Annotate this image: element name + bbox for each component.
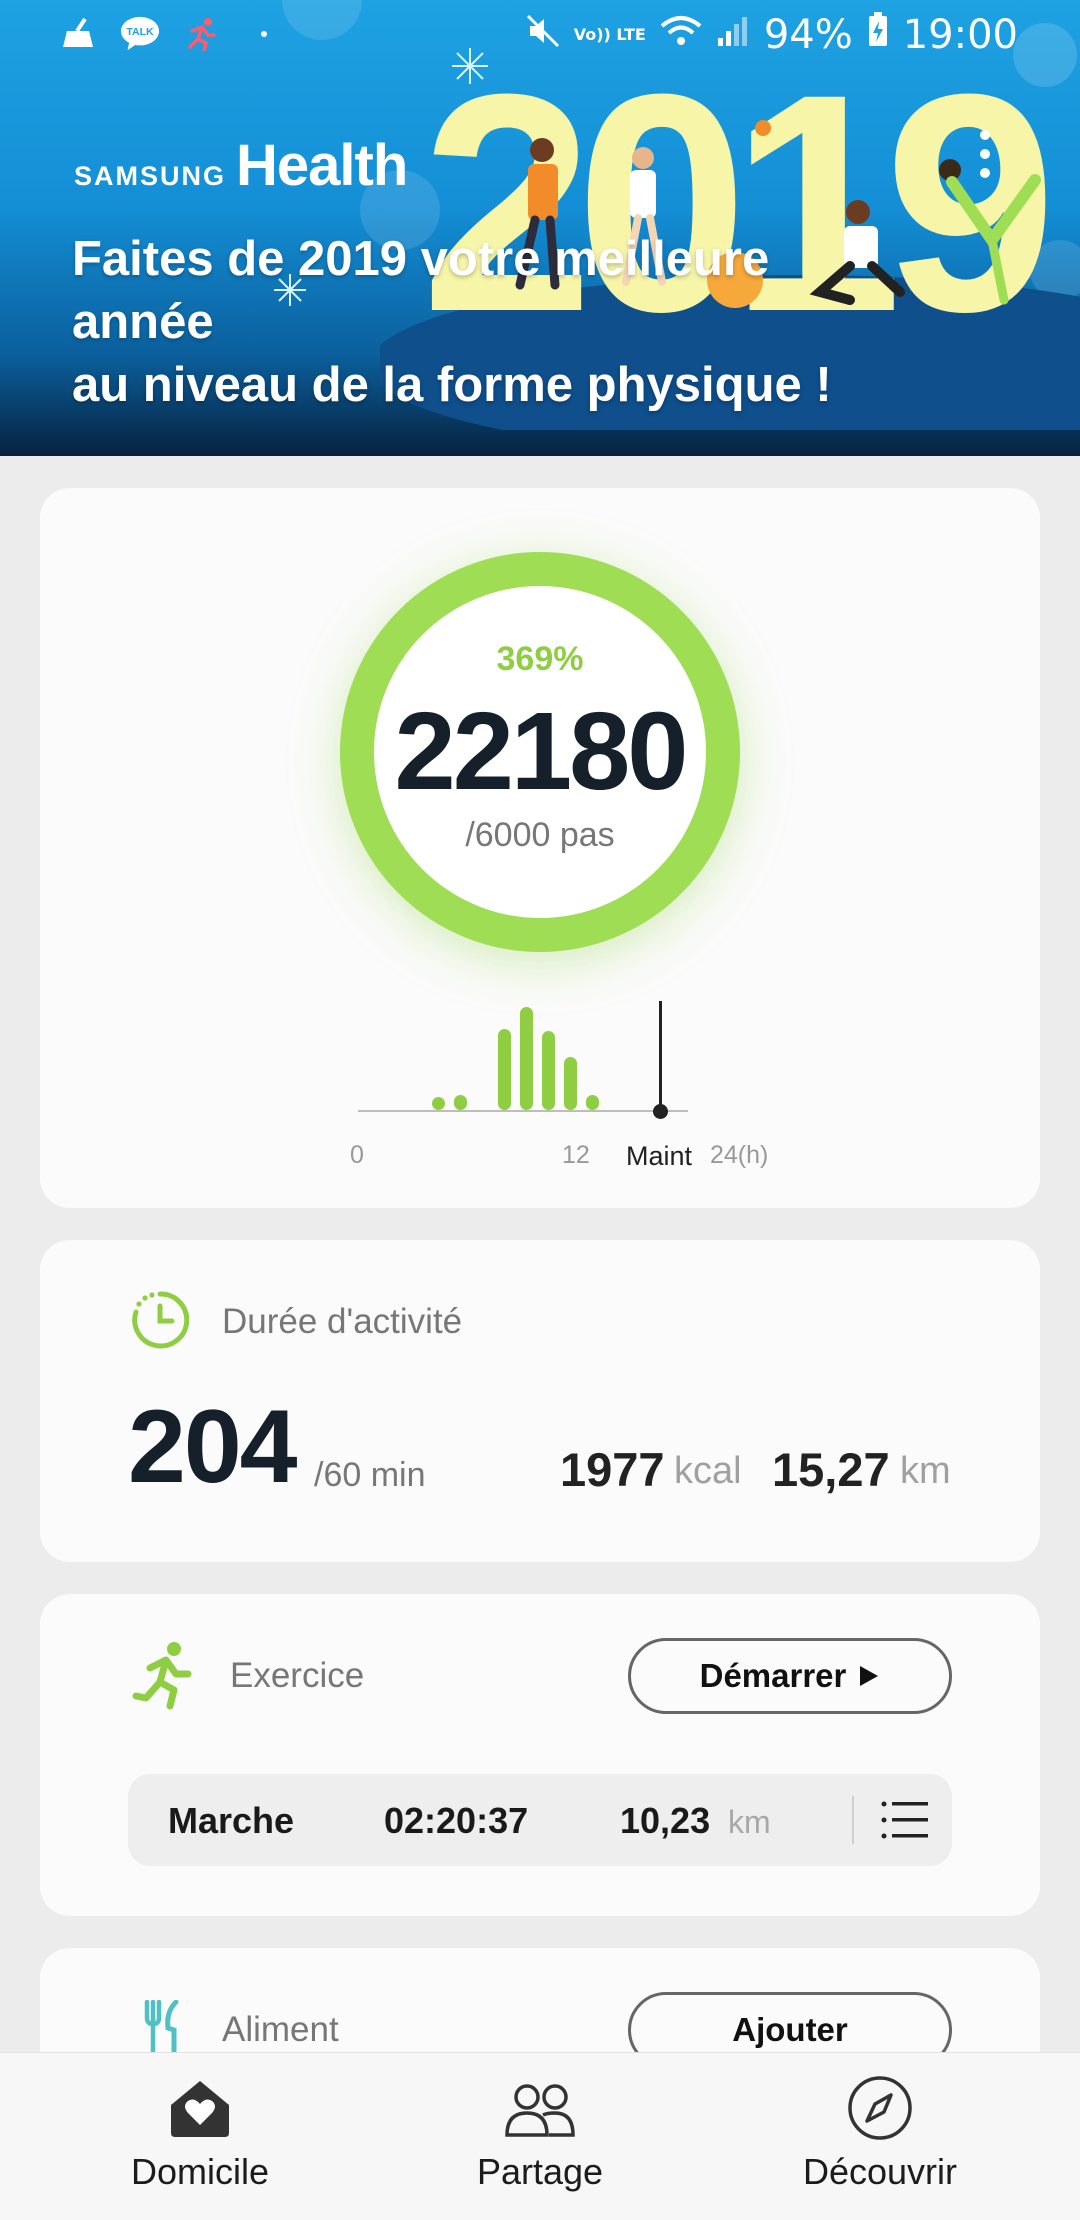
- exercise-list-icon[interactable]: [880, 1798, 930, 1842]
- current-time-marker: [659, 1001, 662, 1113]
- exercise-distance: 10,23: [620, 1800, 711, 1841]
- hourly-steps-bar: [564, 1057, 577, 1110]
- exercise-card[interactable]: Exercice Démarrer Marche 02:20:37 10,23 …: [40, 1594, 1040, 1916]
- samsung-health-logo: SAMSUNG Health: [74, 133, 408, 198]
- more-options-icon[interactable]: [980, 130, 992, 187]
- food-title: Aliment: [222, 2010, 339, 2049]
- steps-progress-ring: 369% 22180 /6000 pas: [340, 552, 740, 952]
- divider: [852, 1796, 854, 1844]
- hourly-steps-bar: [498, 1029, 511, 1110]
- promo-banner[interactable]: TALK Vo)) LTE 94% 19:00 2019 SAMSUNG Hea…: [0, 0, 1080, 456]
- exercise-distance-unit: km: [728, 1804, 771, 1840]
- calories-unit: kcal: [674, 1450, 742, 1492]
- steps-card[interactable]: 369% 22180 /6000 pas 0 12 Maint 24(h): [40, 488, 1040, 1208]
- hourly-steps-bar: [432, 1097, 445, 1110]
- nav-home[interactable]: Domicile: [70, 2075, 330, 2205]
- hourly-steps-chart: 0 12 Maint 24(h): [350, 993, 778, 1173]
- timer-icon: [130, 1290, 190, 1350]
- compass-icon: [848, 2076, 912, 2140]
- calories-value: 1977: [560, 1443, 665, 1496]
- activity-duration-card[interactable]: Durée d'activité 204 /60 min 1977 kcal 1…: [40, 1240, 1040, 1562]
- hourly-steps-bar: [520, 1007, 533, 1110]
- activity-goal: /60 min: [314, 1456, 426, 1494]
- running-icon: [132, 1640, 194, 1710]
- nav-share[interactable]: Partage: [410, 2075, 670, 2205]
- activity-minutes: 204: [128, 1389, 298, 1505]
- bottom-navigation: Domicile Partage Découvrir: [0, 2052, 1080, 2220]
- exercise-duration: 02:20:37: [384, 1800, 529, 1841]
- axis-label-start: 0: [350, 1141, 364, 1169]
- steps-count: 22180: [394, 690, 689, 813]
- nav-share-label: Partage: [476, 2151, 604, 2192]
- axis-label-now: Maint: [626, 1141, 693, 1171]
- hourly-steps-bar: [454, 1095, 467, 1110]
- promo-title: Faites de 2019 votre meilleure année au …: [72, 232, 832, 412]
- distance-value: 15,27: [772, 1443, 890, 1496]
- hourly-steps-bar: [542, 1031, 555, 1110]
- start-exercise-label: Démarrer: [699, 1657, 847, 1694]
- steps-goal: /6000 pas: [465, 816, 615, 854]
- play-icon: [860, 1666, 879, 1686]
- add-food-label: Ajouter: [732, 2011, 848, 2048]
- people-icon: [505, 2084, 575, 2137]
- nav-home-label: Domicile: [130, 2151, 270, 2192]
- chart-baseline: [358, 1110, 688, 1112]
- nav-discover[interactable]: Découvrir: [750, 2075, 1010, 2205]
- home-heart-icon: [171, 2081, 229, 2137]
- last-exercise-row[interactable]: Marche 02:20:37 10,23 km: [128, 1774, 952, 1866]
- current-time-dot: [653, 1104, 668, 1119]
- steps-percent: 369%: [496, 640, 584, 678]
- hourly-steps-bar: [586, 1095, 599, 1110]
- nav-discover-label: Découvrir: [802, 2151, 958, 2192]
- distance-unit: km: [900, 1450, 951, 1492]
- axis-label-mid: 12: [562, 1141, 590, 1169]
- exercise-type: Marche: [168, 1800, 295, 1841]
- start-exercise-button[interactable]: Démarrer: [628, 1638, 952, 1714]
- axis-label-end: 24(h): [710, 1141, 769, 1169]
- exercise-title: Exercice: [230, 1656, 365, 1695]
- activity-title: Durée d'activité: [222, 1302, 463, 1341]
- fork-knife-icon: [144, 1999, 184, 2059]
